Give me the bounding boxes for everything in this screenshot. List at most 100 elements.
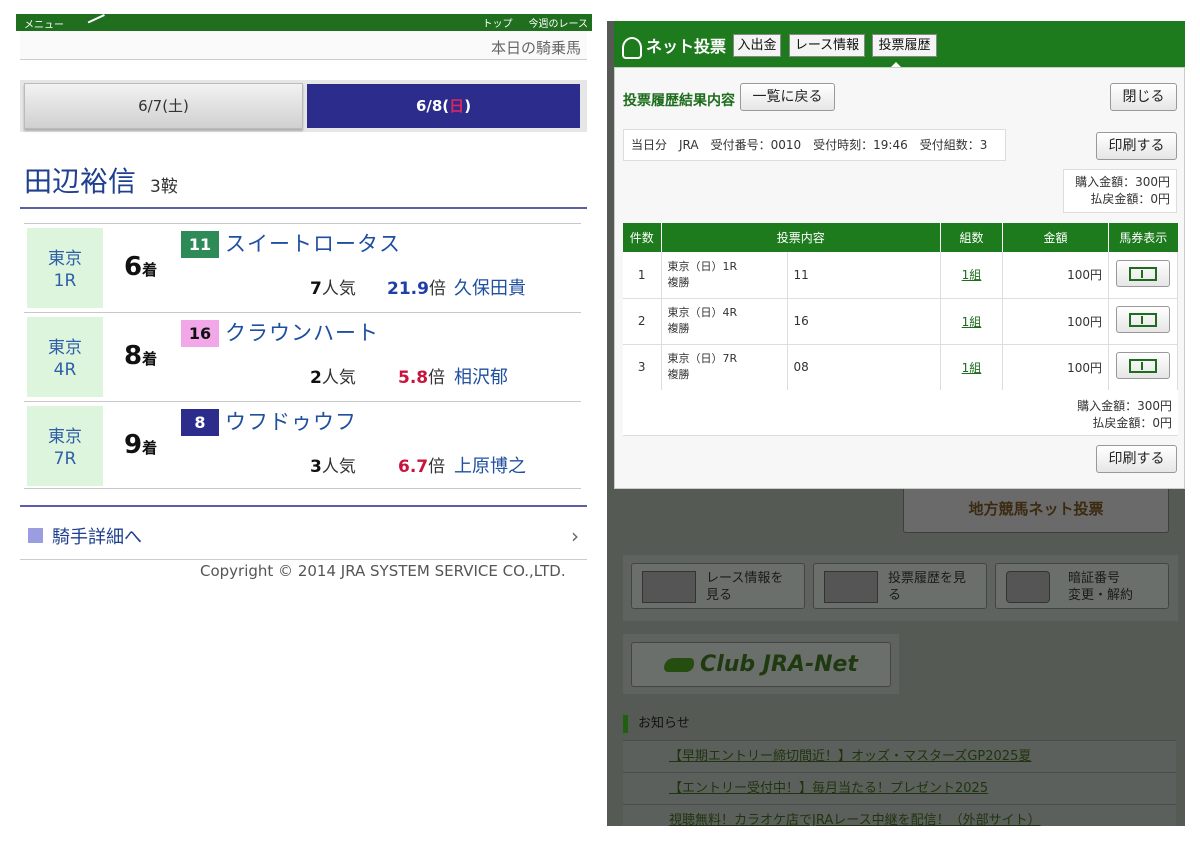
race-number: 1R bbox=[53, 271, 77, 291]
show-ticket-button[interactable] bbox=[1116, 259, 1170, 287]
trainer-name[interactable]: 久保田貴 bbox=[454, 274, 526, 300]
purchase-total: 購入金額：300円 bbox=[1077, 399, 1172, 413]
odds-value: 5.8 bbox=[398, 368, 429, 388]
finish-suffix: 着 bbox=[142, 261, 158, 279]
page-subheading-text: 本日の騎乗馬 bbox=[490, 39, 581, 57]
tab-date-sunday-prefix: 6/8( bbox=[415, 97, 450, 115]
tab-date-saturday[interactable]: 6/7(土) bbox=[24, 83, 303, 129]
row-number: 2 bbox=[623, 298, 662, 345]
race-row[interactable]: 東京 4R 8着 16 クラウンハート 2人気 5.8倍 相沢郁 bbox=[24, 312, 581, 400]
vote-history-button[interactable]: 投票履歴 bbox=[872, 34, 937, 57]
menu-button[interactable]: メニュー bbox=[24, 16, 64, 31]
column-header: 馬券表示 bbox=[1108, 223, 1178, 252]
notice-link[interactable]: 視聴無料！カラオケ店でJRAレース中継を配信！（外部サイト） bbox=[623, 804, 1176, 826]
race-info-icon bbox=[642, 571, 696, 603]
sets-link[interactable]: 1組 bbox=[962, 268, 982, 282]
horse-name[interactable]: クラウンハート bbox=[225, 317, 379, 347]
vote-history-card-line1: 投票履歴を見 bbox=[888, 571, 967, 586]
finish-number: 8 bbox=[124, 341, 143, 371]
notice-list: 【早期エントリー締切間近！】オッズ・マスターズGP2025夏 【エントリー受付中… bbox=[623, 740, 1176, 826]
ticket-stack-icon bbox=[824, 571, 878, 603]
tab-date-sunday[interactable]: 6/8(日) bbox=[307, 84, 580, 128]
jockey-name: 田辺裕信 bbox=[24, 165, 137, 198]
nav-this-week-link[interactable]: 今週のレース bbox=[529, 15, 589, 30]
bet-race: 東京（日）4R bbox=[667, 306, 738, 319]
net-vote-brand-label: ネット投票 bbox=[646, 37, 727, 56]
popularity-number: 2 bbox=[310, 368, 322, 388]
vote-history-card[interactable]: 投票履歴を見る bbox=[813, 563, 987, 609]
race-row[interactable]: 東京 1R 6着 11 スイートロータス 7人気 21.9倍 久保田貴 bbox=[24, 223, 581, 311]
deposit-withdraw-button[interactable]: 入出金 bbox=[733, 34, 781, 57]
local-racing-vote-button[interactable]: 地方競馬ネット投票 bbox=[903, 483, 1169, 533]
odds-value: 21.9 bbox=[387, 279, 429, 299]
horse-name[interactable]: スイートロータス bbox=[225, 228, 401, 258]
top-strip bbox=[607, 0, 1185, 21]
horse-name[interactable]: ウフドゥウフ bbox=[225, 406, 357, 436]
bet-race: 東京（日）1R bbox=[667, 259, 738, 273]
print-button[interactable]: 印刷する bbox=[1096, 445, 1177, 473]
trainer-name[interactable]: 相沢郁 bbox=[454, 363, 508, 389]
popularity-suffix: 人気 bbox=[321, 279, 356, 299]
popularity: 2人気 bbox=[310, 363, 356, 388]
odds-suffix: 倍 bbox=[428, 368, 446, 388]
bet-amount: 100円 bbox=[1002, 252, 1109, 299]
sets-link[interactable]: 1組 bbox=[962, 315, 982, 329]
race-row[interactable]: 東京 7R 9着 8 ウフドゥウフ 3人気 6.7倍 上原博之 bbox=[24, 401, 581, 489]
quick-links: レース情報を 見る 投票履歴を見る 暗証番号 変更・解約 bbox=[623, 555, 1178, 621]
purchase-total: 購入金額：300円 bbox=[1075, 175, 1170, 189]
jockey-rides-count: 3鞍 bbox=[150, 177, 178, 197]
ticket-cell bbox=[1108, 252, 1178, 299]
finish-number: 9 bbox=[124, 430, 143, 460]
pin-change-card[interactable]: 暗証番号 変更・解約 bbox=[995, 563, 1169, 609]
bet-race-cell: 東京（日）1R 複勝 bbox=[661, 252, 788, 299]
show-ticket-button[interactable] bbox=[1116, 306, 1170, 333]
bet-amount: 100円 bbox=[1002, 298, 1109, 345]
race-info-card-line1: レース情報を bbox=[706, 571, 784, 586]
notice-link[interactable]: 【エントリー受付中！】毎月当たる！プレゼント2025 bbox=[623, 772, 1176, 804]
odds-suffix: 倍 bbox=[428, 279, 446, 299]
ticket-icon bbox=[1129, 359, 1157, 373]
popularity-number: 7 bbox=[310, 279, 322, 299]
race-venue-cell: 東京 1R bbox=[27, 228, 103, 308]
show-ticket-button[interactable] bbox=[1116, 352, 1170, 379]
copyright: Copyright © 2014 JRA SYSTEM SERVICE CO.,… bbox=[200, 562, 566, 580]
jockey-detail-link[interactable]: 騎手詳細へ › bbox=[20, 516, 587, 560]
horse-number-badge: 11 bbox=[181, 231, 219, 258]
odds: 5.8倍 bbox=[398, 363, 445, 388]
club-jra-net-button[interactable]: Club JRA-Net bbox=[631, 642, 891, 687]
ticket-icon bbox=[1129, 266, 1157, 281]
finish-position: 8着 bbox=[124, 341, 157, 371]
bet-horse-number: 16 bbox=[787, 298, 941, 345]
race-info-card[interactable]: レース情報を 見る bbox=[631, 563, 805, 609]
table-row: 1 東京（日）1R 複勝 11 1組 100円 bbox=[623, 252, 1178, 299]
back-to-list-button[interactable]: 一覧に戻る bbox=[740, 83, 835, 111]
odds-suffix: 倍 bbox=[428, 457, 446, 477]
table-header-row: 件数 投票内容 組数 金額 馬券表示 bbox=[623, 223, 1178, 252]
ticket-cell bbox=[1108, 344, 1178, 391]
nav-top-link[interactable]: トップ bbox=[483, 15, 513, 30]
sets-cell: 1組 bbox=[940, 252, 1003, 299]
table-row: 2 東京（日）4R 複勝 16 1組 100円 bbox=[623, 298, 1178, 345]
race-info-card-label: レース情報を 見る bbox=[706, 570, 783, 604]
race-venue-cell: 東京 4R bbox=[27, 317, 103, 397]
popularity: 7人気 bbox=[310, 274, 356, 299]
finish-suffix: 着 bbox=[142, 350, 158, 368]
bet-horse-number: 08 bbox=[787, 344, 941, 391]
notice-link[interactable]: 【早期エントリー締切間近！】オッズ・マスターズGP2025夏 bbox=[623, 740, 1176, 772]
trainer-name[interactable]: 上原博之 bbox=[454, 452, 526, 478]
race-info-button[interactable]: レース情報 bbox=[789, 34, 865, 57]
sets-cell: 1組 bbox=[940, 298, 1003, 345]
race-venue: 東京 bbox=[48, 427, 82, 447]
club-jra-net-label: Club JRA-Net bbox=[700, 652, 858, 677]
divider bbox=[20, 207, 587, 209]
close-button[interactable]: 閉じる bbox=[1110, 83, 1177, 111]
bet-race: 東京（日）7R bbox=[667, 352, 738, 365]
horse-number-badge: 16 bbox=[181, 320, 219, 347]
sets-link[interactable]: 1組 bbox=[962, 361, 982, 375]
race-number: 7R bbox=[53, 449, 77, 469]
print-button[interactable]: 印刷する bbox=[1096, 132, 1177, 160]
horse-number-badge: 8 bbox=[181, 409, 219, 436]
user-card-icon bbox=[1006, 571, 1050, 603]
net-vote-screen: 地方競馬ネット投票 レース情報を 見る 投票履歴を見る 暗証番号 変更・解約 Clu… bbox=[607, 0, 1185, 826]
finish-position: 9着 bbox=[124, 430, 157, 460]
